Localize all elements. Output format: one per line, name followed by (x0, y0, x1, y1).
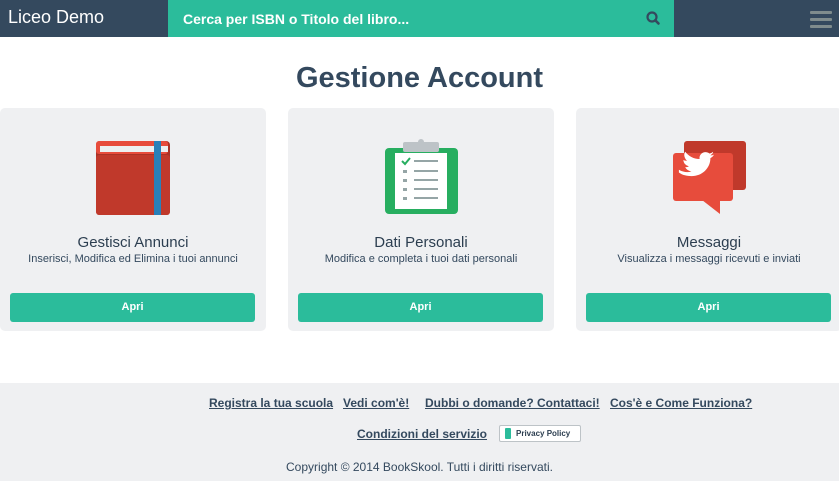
search-input[interactable] (168, 0, 638, 37)
search-button[interactable] (644, 9, 664, 29)
book-icon (96, 141, 170, 215)
top-navbar: Liceo Demo (0, 0, 839, 37)
card-title: Messaggi (676, 234, 742, 251)
brand-name[interactable]: Liceo Demo (8, 7, 104, 28)
privacy-policy-label: Privacy Policy (516, 429, 571, 438)
card-title: Dati Personali (374, 234, 468, 251)
footer-link-condizioni[interactable]: Condizioni del servizio (357, 427, 487, 441)
hamburger-menu-icon (810, 11, 832, 28)
apri-annunci-button[interactable]: Apri (10, 293, 255, 322)
chat-bubbles-icon (673, 141, 746, 214)
privacy-lock-icon (505, 428, 511, 439)
card-description: Visualizza i messaggi ricevuti e inviati (617, 253, 801, 265)
search-icon (646, 11, 660, 25)
menu-button[interactable] (810, 11, 832, 28)
footer: Registra la tua scuola Vedi com'è! Dubbi… (0, 383, 839, 481)
copyright-text: Copyright © 2014 BookSkool. Tutti i diri… (286, 460, 553, 474)
card-description: Modifica e completa i tuoi dati personal… (324, 253, 518, 265)
card-title: Gestisci Annunci (77, 234, 189, 251)
footer-link-contattaci[interactable]: Dubbi o domande? Contattaci! (425, 396, 600, 410)
card-dati-personali: Dati Personali Modifica e completa i tuo… (288, 108, 554, 331)
footer-link-come-funziona[interactable]: Cos'è e Come Funziona? (610, 396, 752, 410)
privacy-policy-button[interactable]: Privacy Policy (499, 425, 581, 442)
search-bar (168, 0, 674, 37)
card-messaggi: Messaggi Visualizza i messaggi ricevuti … (576, 108, 839, 331)
apri-dati-personali-button[interactable]: Apri (298, 293, 543, 322)
page-title: Gestione Account (295, 62, 544, 94)
card-description: Inserisci, Modifica ed Elimina i tuoi an… (28, 253, 238, 265)
apri-messaggi-button[interactable]: Apri (586, 293, 831, 322)
footer-link-vedi-come[interactable]: Vedi com'è! (343, 396, 409, 410)
clipboard-icon (385, 139, 458, 214)
footer-link-registra-scuola[interactable]: Registra la tua scuola (209, 396, 333, 410)
card-gestisci-annunci: Gestisci Annunci Inserisci, Modifica ed … (0, 108, 266, 331)
